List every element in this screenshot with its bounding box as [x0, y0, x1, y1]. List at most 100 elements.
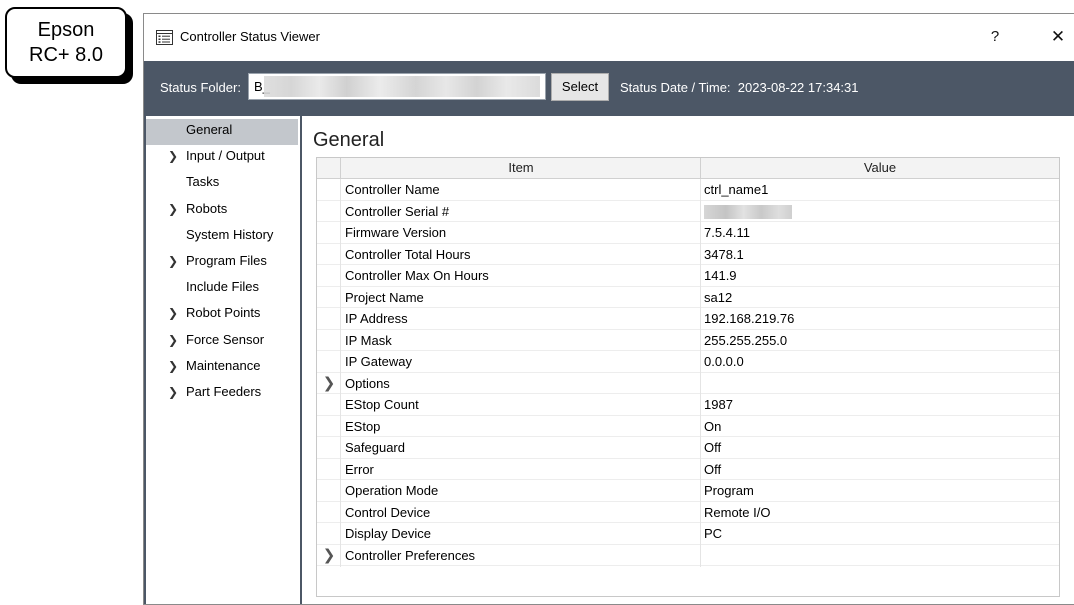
chevron-right-icon[interactable]: ❯ [168, 145, 178, 167]
row-item-name: Controller Total Hours [345, 246, 471, 262]
sidebar-item-robots[interactable]: ❯ Robots [146, 198, 298, 224]
table-row[interactable]: Controller Max On Hours 141.9 [317, 265, 1059, 287]
row-item-name: Control Device [345, 504, 431, 520]
expand-chevron-icon[interactable]: ❯ [320, 373, 338, 394]
expand-chevron-icon[interactable]: ❯ [320, 545, 338, 566]
sidebar-item-system-history[interactable]: System History [146, 224, 298, 250]
row-item-value: Program [704, 483, 754, 498]
row-item-name: Safeguard [345, 440, 405, 455]
column-divider [700, 480, 701, 502]
row-item-value: Off [704, 461, 722, 477]
column-divider [340, 394, 341, 416]
column-divider [340, 265, 341, 287]
sidebar-item-label: Input / Output [186, 148, 265, 164]
sidebar-item-program-files[interactable]: ❯ Program Files [146, 250, 298, 276]
table-row[interactable]: Error Off [317, 458, 1059, 481]
row-item-value: 255.255.255.0 [704, 332, 788, 348]
row-item-value: 141.9 [704, 268, 737, 283]
chevron-right-icon[interactable]: ❯ [168, 198, 178, 220]
row-item-name: Operation Mode [345, 483, 439, 498]
select-button[interactable]: Select [551, 73, 609, 101]
sidebar-item-tasks[interactable]: Tasks [146, 171, 298, 197]
sidebar-item-maintenance[interactable]: ❯ Maintenance [146, 355, 298, 381]
table-row[interactable]: ❯ Controller Preferences [317, 544, 1059, 567]
column-divider [340, 544, 341, 567]
row-item-name: IP Mask [345, 332, 392, 348]
sidebar-item-general[interactable]: General [146, 119, 298, 145]
table-row[interactable]: IP Gateway 0.0.0.0 [317, 351, 1059, 373]
category-tree: General ❯ Input / Output Tasks ❯ Robots System… [146, 116, 300, 604]
column-divider [340, 179, 341, 201]
chevron-right-icon[interactable]: ❯ [168, 355, 178, 377]
table-row[interactable]: IP Mask 255.255.255.0 [317, 329, 1059, 352]
table-row[interactable]: ❯ Options [317, 372, 1059, 395]
table-row[interactable]: Operation Mode Program [317, 480, 1059, 502]
column-divider [700, 243, 701, 266]
sidebar-item-label: Robot Points [186, 305, 261, 321]
row-item-name: Project Name [345, 289, 424, 305]
row-item-value: 7.5.4.11 [704, 225, 751, 240]
table-row[interactable]: Controller Total Hours 3478.1 [317, 243, 1059, 266]
column-divider [700, 222, 701, 244]
redacted-folder-path [264, 76, 540, 97]
column-divider [700, 415, 701, 438]
sidebar-item-label: Robots [186, 200, 228, 216]
column-divider [340, 480, 341, 502]
column-header-value[interactable]: Value [701, 160, 1059, 175]
table-row[interactable]: Project Name sa12 [317, 286, 1059, 309]
column-divider [340, 329, 341, 352]
sidebar-item-include-files[interactable]: Include Files [146, 276, 298, 302]
chevron-right-icon[interactable]: ❯ [168, 250, 178, 272]
window-title: Controller Status Viewer [180, 29, 320, 44]
row-item-name: Display Device [345, 526, 431, 541]
table-row[interactable]: EStop Count 1987 [317, 394, 1059, 416]
sidebar-item-label: System History [186, 226, 274, 242]
table-row[interactable]: Display Device PC [317, 523, 1059, 545]
sidebar-item-force-sensor[interactable]: ❯ Force Sensor [146, 329, 298, 355]
grid-header: Item Value [317, 158, 1059, 179]
column-header-item[interactable]: Item [341, 160, 701, 175]
column-divider [700, 179, 701, 201]
table-row[interactable]: IP Address 192.168.219.76 [317, 308, 1059, 330]
chevron-right-icon[interactable]: ❯ [168, 381, 178, 403]
status-date-time: Status Date / Time: 2023-08-22 17:34:31 [620, 80, 859, 95]
column-divider [700, 372, 701, 395]
row-item-value: 1987 [704, 397, 733, 412]
column-divider [700, 523, 701, 545]
column-divider [340, 415, 341, 438]
column-divider [700, 351, 701, 373]
sidebar-item-label: Maintenance [186, 357, 261, 373]
column-divider [340, 458, 341, 481]
sidebar-item-label: Force Sensor [186, 331, 265, 347]
column-divider [340, 501, 341, 524]
sidebar-item-robot-points[interactable]: ❯ Robot Points [146, 302, 298, 328]
chevron-right-icon[interactable]: ❯ [168, 302, 178, 324]
sidebar-item-input-output[interactable]: ❯ Input / Output [146, 145, 298, 171]
sidebar-item-label: Tasks [186, 174, 220, 190]
chevron-right-icon[interactable]: ❯ [168, 329, 178, 351]
table-row[interactable]: Controller Name ctrl_name1 [317, 179, 1059, 201]
version-badge: Epson RC+ 8.0 [5, 7, 127, 78]
column-divider [340, 437, 341, 459]
close-button[interactable]: ✕ [1042, 25, 1074, 49]
column-divider [700, 437, 701, 459]
column-divider [340, 200, 341, 223]
column-divider [700, 286, 701, 309]
sidebar-item-label: Part Feeders [186, 384, 262, 399]
row-item-value: ctrl_name1 [704, 182, 769, 197]
sidebar-item-part-feeders[interactable]: ❯ Part Feeders [146, 381, 298, 407]
table-row[interactable]: Control Device Remote I/O [317, 501, 1059, 524]
table-row[interactable]: Controller Serial # [317, 200, 1059, 223]
badge-line-2: RC+ 8.0 [29, 43, 103, 66]
help-button[interactable]: ? [980, 25, 1010, 49]
table-row[interactable]: EStop On [317, 415, 1059, 438]
content-area: General ❯ Input / Output Tasks ❯ Robots System… [144, 116, 1074, 604]
column-divider [700, 329, 701, 352]
row-item-name: Controller Name [345, 182, 440, 197]
table-row[interactable]: Firmware Version 7.5.4.11 [317, 222, 1059, 244]
row-item-value: 0.0.0.0 [704, 354, 744, 369]
row-item-value: On [704, 418, 722, 434]
controller-status-viewer-window: Controller Status Viewer ? ✕ Status Fold… [143, 13, 1074, 605]
list-window-icon [156, 30, 173, 45]
table-row[interactable]: Safeguard Off [317, 437, 1059, 459]
